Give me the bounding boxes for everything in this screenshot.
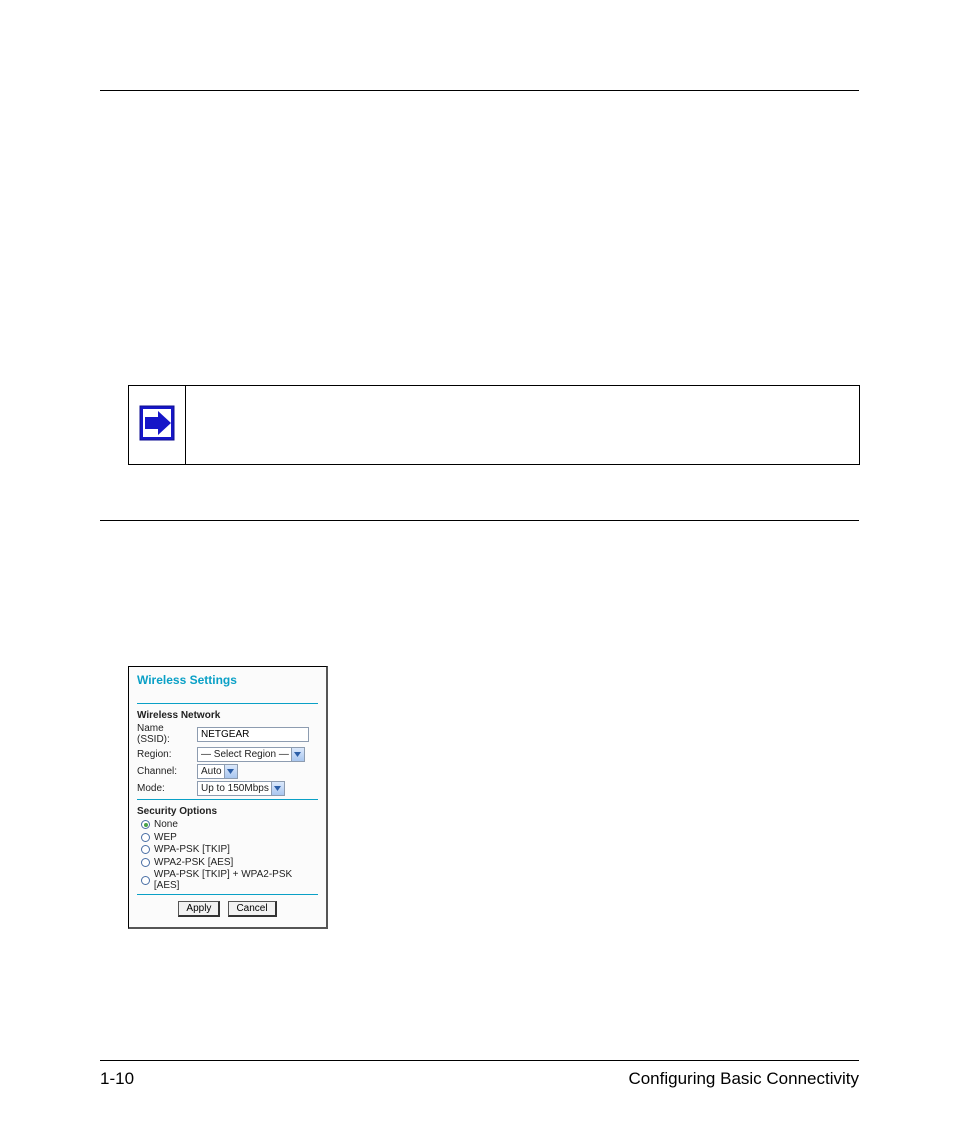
radio-icon <box>141 858 150 867</box>
security-option-none[interactable]: None <box>141 819 318 830</box>
ssid-label: Name (SSID): <box>137 723 193 745</box>
option-label: WPA-PSK [TKIP] + WPA2-PSK [AES] <box>154 869 318 891</box>
security-option-wpa2-aes[interactable]: WPA2-PSK [AES] <box>141 857 318 868</box>
note-icon-cell <box>129 386 186 464</box>
security-options-heading: Security Options <box>137 806 318 817</box>
option-label: WEP <box>154 832 177 843</box>
chevron-down-icon <box>291 748 304 761</box>
security-option-wep[interactable]: WEP <box>141 832 318 843</box>
option-label: WPA2-PSK [AES] <box>154 857 233 868</box>
page-number: 1-10 <box>100 1069 134 1089</box>
mode-value: Up to 150Mbps <box>201 783 271 794</box>
button-row: Apply Cancel <box>137 901 318 917</box>
row-channel: Channel: Auto <box>137 764 318 779</box>
radio-icon <box>141 820 150 829</box>
channel-label: Channel: <box>137 766 193 777</box>
ssid-input[interactable] <box>197 727 309 742</box>
row-mode: Mode: Up to 150Mbps <box>137 781 318 796</box>
chevron-down-icon <box>271 782 284 795</box>
security-option-wpa-mixed[interactable]: WPA-PSK [TKIP] + WPA2-PSK [AES] <box>141 869 318 891</box>
panel-title: Wireless Settings <box>137 673 318 687</box>
channel-value: Auto <box>201 766 224 777</box>
divider <box>137 799 318 800</box>
mode-label: Mode: <box>137 783 193 794</box>
section-title: Configuring Basic Connectivity <box>628 1069 859 1089</box>
divider <box>137 703 318 704</box>
top-rule <box>100 90 859 91</box>
mode-select[interactable]: Up to 150Mbps <box>197 781 285 796</box>
region-select[interactable]: — Select Region — <box>197 747 305 762</box>
row-region: Region: — Select Region — <box>137 747 318 762</box>
apply-button[interactable]: Apply <box>178 901 220 917</box>
radio-icon <box>141 833 150 842</box>
document-page: Wireless Settings Wireless Network Name … <box>0 0 954 1145</box>
wireless-network-heading: Wireless Network <box>137 710 318 721</box>
wireless-settings-panel: Wireless Settings Wireless Network Name … <box>128 666 328 929</box>
security-option-wpa-tkip[interactable]: WPA-PSK [TKIP] <box>141 844 318 855</box>
arrow-right-icon <box>139 405 175 446</box>
chevron-down-icon <box>224 765 237 778</box>
note-box <box>128 385 860 465</box>
region-value: — Select Region — <box>201 749 291 760</box>
page-footer: 1-10 Configuring Basic Connectivity <box>100 1069 859 1089</box>
note-body <box>186 386 859 464</box>
row-ssid: Name (SSID): <box>137 723 318 745</box>
channel-select[interactable]: Auto <box>197 764 238 779</box>
section-rule <box>100 520 859 521</box>
divider <box>137 894 318 895</box>
cancel-button[interactable]: Cancel <box>228 901 276 917</box>
option-label: None <box>154 819 178 830</box>
radio-icon <box>141 876 150 885</box>
radio-icon <box>141 845 150 854</box>
region-label: Region: <box>137 749 193 760</box>
option-label: WPA-PSK [TKIP] <box>154 844 230 855</box>
footer-rule <box>100 1060 859 1061</box>
